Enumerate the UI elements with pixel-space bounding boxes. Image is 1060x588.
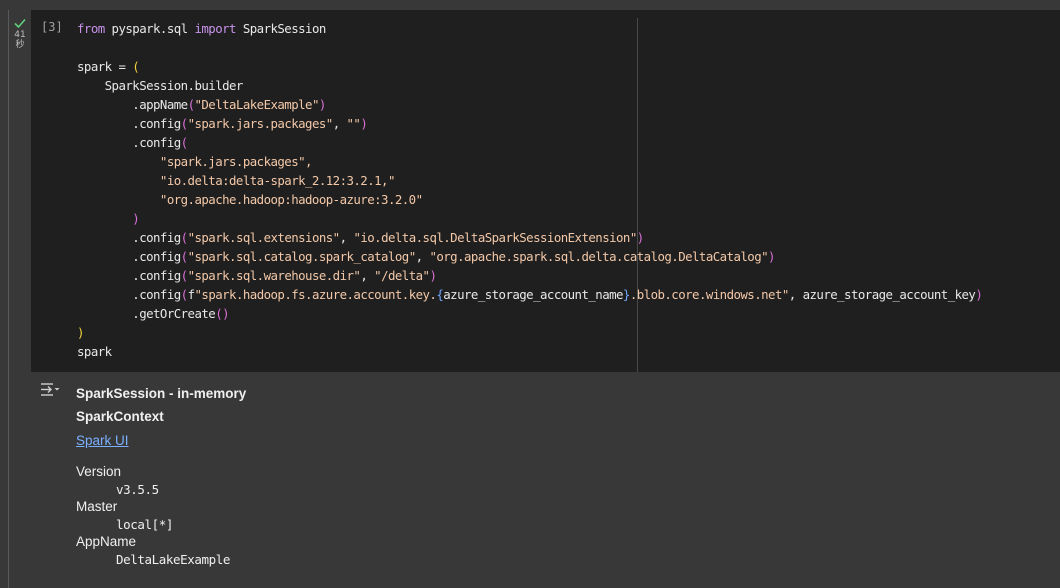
code-line: "io.delta:delta-spark_2.12:3.2.1," xyxy=(77,173,396,188)
code-line: .config(f"spark.hadoop.fs.azure.account.… xyxy=(77,287,983,302)
code-line: .config("spark.jars.packages", "") xyxy=(77,116,368,131)
run-status[interactable]: 41 秒 xyxy=(10,16,30,50)
code-line: spark = ( xyxy=(77,59,140,74)
code-line: "spark.jars.packages", xyxy=(77,154,313,169)
execution-count: [3] xyxy=(41,20,63,34)
prop-label-version: Version xyxy=(76,464,122,479)
code-line: SparkSession.builder xyxy=(77,78,244,93)
prop-value-version: v3.5.5 xyxy=(116,482,159,497)
exec-time-unit: 秒 xyxy=(15,40,25,50)
cell-top-strip xyxy=(0,0,1060,10)
code-line: "org.apache.hadoop:hadoop-azure:3.2.0" xyxy=(77,192,423,207)
check-icon xyxy=(14,18,26,29)
gutter-divider xyxy=(8,10,9,588)
code-line: ) xyxy=(132,211,140,226)
code-editor[interactable]: [3] from pyspark.sql import SparkSession… xyxy=(31,10,1060,372)
output-title: SparkSession - in-memory xyxy=(76,386,247,401)
code-line: .config("spark.sql.warehouse.dir", "/del… xyxy=(77,268,437,283)
code-line: .config( xyxy=(77,135,188,150)
cell-gutter: 41 秒 xyxy=(0,10,31,588)
prop-value-master: local[*] xyxy=(116,517,174,532)
code-line: from pyspark.sql import SparkSession xyxy=(77,21,326,36)
output-toggle-icon[interactable] xyxy=(39,380,61,400)
spark-context-heading: SparkContext xyxy=(76,409,164,424)
code-line: .appName("DeltaLakeExample") xyxy=(77,97,326,112)
code-line: ) xyxy=(77,325,84,340)
code-text[interactable]: from pyspark.sql import SparkSession spa… xyxy=(77,19,983,361)
prop-value-appname: DeltaLakeExample xyxy=(116,552,231,567)
code-line: .config("spark.sql.catalog.spark_catalog… xyxy=(77,249,775,264)
code-line: .config("spark.sql.extensions", "io.delt… xyxy=(77,230,644,245)
prop-label-appname: AppName xyxy=(76,534,137,549)
prop-label-master: Master xyxy=(76,499,118,514)
spark-ui-link[interactable]: Spark UI xyxy=(76,433,129,448)
code-line: .getOrCreate() xyxy=(77,306,230,321)
code-line: spark xyxy=(77,344,112,359)
exec-time-value: 41 xyxy=(14,30,26,40)
cell-output: SparkSession - in-memory SparkContext Sp… xyxy=(31,372,1060,588)
